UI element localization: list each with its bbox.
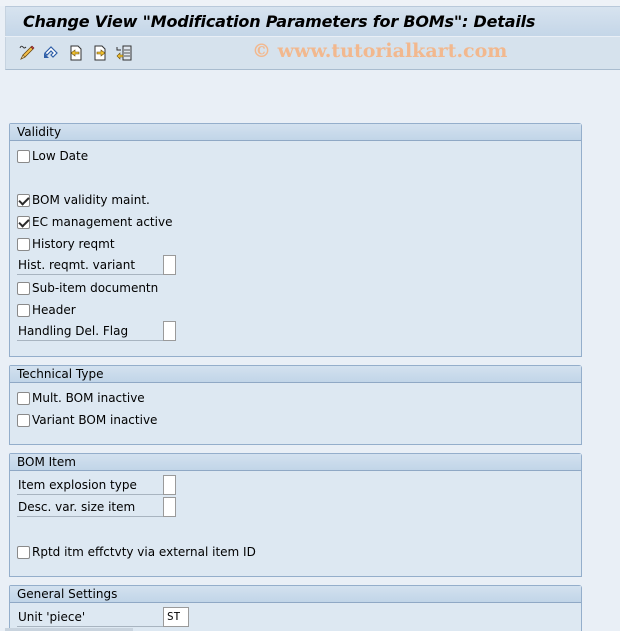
variant-bom-inactive-row[interactable]: Variant BOM inactive: [17, 411, 157, 429]
item-explosion-type-input[interactable]: [163, 475, 176, 495]
handling-del-flag-label: Handling Del. Flag: [17, 322, 163, 341]
group-title: General Settings: [10, 586, 581, 603]
ec-management-active-label: EC management active: [32, 215, 173, 229]
bom-validity-maint-row[interactable]: BOM validity maint.: [17, 191, 150, 209]
desc-var-size-item-input[interactable]: [163, 497, 176, 517]
undo-button[interactable]: [42, 44, 60, 62]
bom-validity-maint-label: BOM validity maint.: [32, 193, 150, 207]
low-date-checkbox[interactable]: [17, 149, 30, 163]
previous-entry-button[interactable]: [67, 44, 85, 62]
rptd-itm-effctvty-label: Rptd itm effctvty via external item ID: [32, 545, 256, 559]
header-row[interactable]: Header: [17, 301, 76, 319]
display-change-button[interactable]: [18, 44, 36, 62]
application-toolbar: © www.tutorialkart.com: [5, 37, 620, 70]
group-bom-item: BOM Item Item explosion type Desc. var. …: [9, 453, 582, 577]
history-reqmt-label: History reqmt: [32, 237, 115, 251]
history-reqmt-row[interactable]: History reqmt: [17, 235, 115, 253]
header-label: Header: [32, 303, 76, 317]
mult-bom-inactive-label: Mult. BOM inactive: [32, 391, 145, 405]
low-date-label: Low Date: [32, 149, 89, 163]
group-title: Technical Type: [10, 366, 581, 383]
page-title: Change View "Modification Parameters for…: [23, 12, 536, 31]
hist-reqmt-variant-input[interactable]: [163, 255, 176, 275]
hist-reqmt-variant-label: Hist. reqmt. variant: [17, 256, 163, 275]
rptd-itm-effctvty-checkbox[interactable]: [17, 545, 30, 559]
handling-del-flag-input[interactable]: [163, 321, 176, 341]
watermark: © www.tutorialkart.com: [252, 40, 508, 62]
mult-bom-inactive-row[interactable]: Mult. BOM inactive: [17, 389, 145, 407]
group-validity: Validity Low Date BOM validity maint. EC…: [9, 123, 582, 357]
desc-var-size-item-label: Desc. var. size item: [17, 498, 163, 517]
bom-validity-maint-checkbox[interactable]: [17, 193, 30, 207]
unit-piece-label: Unit 'piece': [17, 608, 163, 627]
next-entry-button[interactable]: [91, 44, 109, 62]
title-bar: Change View "Modification Parameters for…: [5, 6, 620, 36]
sub-item-documentn-label: Sub-item documentn: [32, 281, 159, 295]
previous-entry-icon: [70, 45, 82, 61]
header-checkbox[interactable]: [17, 303, 30, 317]
variant-bom-inactive-checkbox[interactable]: [17, 413, 30, 427]
variant-bom-inactive-label: Variant BOM inactive: [32, 413, 158, 427]
group-general-settings: General Settings Unit 'piece' ST: [9, 585, 582, 631]
group-title: BOM Item: [10, 454, 581, 471]
variable-list-icon: [116, 45, 132, 61]
ec-management-active-row[interactable]: EC management active: [17, 213, 172, 231]
rptd-itm-effctvty-row[interactable]: Rptd itm effctvty via external item ID: [17, 543, 256, 561]
sub-item-documentn-row[interactable]: Sub-item documentn: [17, 279, 158, 297]
next-entry-icon: [94, 45, 106, 61]
history-reqmt-checkbox[interactable]: [17, 237, 30, 251]
undo-icon: [44, 46, 58, 58]
ec-management-active-checkbox[interactable]: [17, 215, 30, 229]
display-change-icon: [19, 45, 35, 60]
group-title: Validity: [10, 124, 581, 141]
group-technical-type: Technical Type Mult. BOM inactive Varian…: [9, 365, 582, 445]
mult-bom-inactive-checkbox[interactable]: [17, 391, 30, 405]
item-explosion-type-label: Item explosion type: [17, 476, 163, 495]
unit-piece-input[interactable]: ST: [163, 607, 189, 627]
sub-item-documentn-checkbox[interactable]: [17, 281, 30, 295]
low-date-row[interactable]: Low Date: [17, 147, 88, 165]
variable-list-button[interactable]: [115, 44, 133, 62]
